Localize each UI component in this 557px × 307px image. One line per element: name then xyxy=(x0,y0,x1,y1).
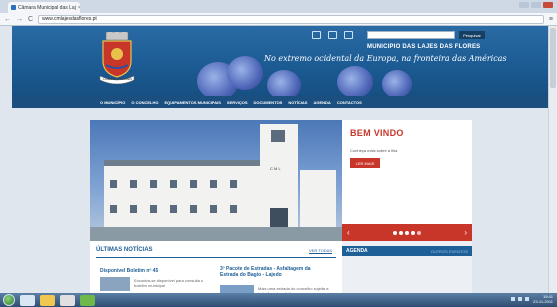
building-window xyxy=(110,205,117,213)
read-more-button[interactable]: LER MAIS xyxy=(350,158,380,168)
sitemap-icon[interactable] xyxy=(328,31,337,39)
reload-button[interactable]: C xyxy=(28,16,33,23)
welcome-subtitle: Conheça mais sobre a ilha xyxy=(350,148,398,153)
page-scrollbar[interactable] xyxy=(548,26,557,293)
building-window xyxy=(130,205,137,213)
news-article-title[interactable]: 3º Pacote de Estradas - Asfaltagem da Es… xyxy=(220,266,316,278)
municipality-name: MUNICIPIO DAS LAJES DAS FLORES xyxy=(367,44,481,50)
slider-prev-icon[interactable]: ‹ xyxy=(347,228,350,237)
home-icon[interactable] xyxy=(312,31,321,39)
menu-item-agenda[interactable]: AGENDA xyxy=(313,100,330,105)
start-button[interactable] xyxy=(3,294,15,306)
building-sign: C M L xyxy=(270,166,281,171)
building-window xyxy=(230,205,237,213)
system-tray-icons xyxy=(511,297,529,301)
minimize-button[interactable] xyxy=(519,2,529,8)
slider-dot-active[interactable] xyxy=(417,230,421,235)
close-window-button[interactable] xyxy=(543,2,553,8)
news-article-thumbnail[interactable] xyxy=(100,277,130,291)
header-slogan: No extremo ocidental da Europa, na front… xyxy=(264,54,507,63)
browser-tab[interactable]: Câmara Municipal das Laj × xyxy=(8,2,80,13)
menu-item-servicos[interactable]: SERVIÇOS xyxy=(227,100,248,105)
other-events-link[interactable]: OUTROS EVENTOS xyxy=(431,249,468,254)
building-roof xyxy=(104,160,264,166)
building-window xyxy=(170,180,177,188)
search-input[interactable] xyxy=(367,31,455,39)
menu-item-concelho[interactable]: O CONCELHO xyxy=(131,100,158,105)
agenda-header: AGENDA OUTROS EVENTOS xyxy=(342,246,472,256)
favicon-icon xyxy=(11,5,16,10)
hydrangea-image xyxy=(382,70,412,96)
building-window xyxy=(170,205,177,213)
taskbar-media-icon[interactable] xyxy=(60,294,75,306)
menu-item-noticias[interactable]: NOTÍCIAS xyxy=(288,100,307,105)
taskbar-excel-icon[interactable] xyxy=(80,294,95,306)
mail-icon[interactable] xyxy=(344,31,353,39)
menu-item-municipio[interactable]: O MUNICÍPIO xyxy=(100,100,125,105)
building-door xyxy=(270,208,288,227)
main-content: C M L BEM VINDO Conheça mais sobre a ilh… xyxy=(90,120,472,306)
building-window xyxy=(150,205,157,213)
hydrangea-image xyxy=(267,70,301,96)
welcome-title: BEM VINDO xyxy=(350,128,404,138)
building-annex xyxy=(300,170,336,227)
welcome-panel: BEM VINDO Conheça mais sobre a ilha LER … xyxy=(342,120,472,241)
main-menu: O MUNICÍPIO O CONCELHO EQUIPAMENTOS MUNI… xyxy=(12,96,550,108)
maximize-button[interactable] xyxy=(531,2,541,8)
building-window xyxy=(130,180,137,188)
windows-taskbar: 15:41 23-11-2011 xyxy=(0,293,557,307)
scrollbar-thumb[interactable] xyxy=(550,28,556,88)
tab-title: Câmara Municipal das Laj xyxy=(18,4,76,11)
news-title: ÚLTIMAS NOTÍCIAS xyxy=(96,247,153,253)
see-all-news-link[interactable]: VER TODAS xyxy=(309,248,332,253)
hydrangea-image xyxy=(337,66,373,96)
address-bar-row: ← → C www.cmlajesdasflores.pt ≡ xyxy=(0,13,557,26)
tower-window xyxy=(271,130,285,142)
back-button[interactable]: ← xyxy=(4,16,11,23)
building-window xyxy=(190,180,197,188)
tab-close-icon[interactable]: × xyxy=(78,5,80,11)
slider-dot[interactable] xyxy=(399,230,403,235)
agenda-title: AGENDA xyxy=(346,248,368,254)
building-window xyxy=(190,205,197,213)
menu-item-documentos[interactable]: DOCUMENTOS xyxy=(254,100,283,105)
menu-item-contactos[interactable]: CONTACTOS xyxy=(337,100,362,105)
building-window xyxy=(210,180,217,188)
building-wing xyxy=(104,165,264,227)
taskbar-folder-icon[interactable] xyxy=(40,294,55,306)
slider-dot[interactable] xyxy=(405,230,409,235)
tray-flag-icon[interactable] xyxy=(511,297,515,301)
search-button[interactable]: Pesquisar xyxy=(459,31,485,39)
building-window xyxy=(110,180,117,188)
window-controls xyxy=(519,2,553,8)
menu-item-equipamentos[interactable]: EQUIPAMENTOS MUNICIPAIS xyxy=(164,100,220,105)
url-input[interactable]: www.cmlajesdasflores.pt xyxy=(38,14,544,24)
hydrangea-image xyxy=(227,56,263,90)
slider-dot[interactable] xyxy=(411,230,415,235)
wrench-icon[interactable]: ≡ xyxy=(549,16,553,23)
system-clock[interactable]: 15:41 23-11-2011 xyxy=(533,294,553,304)
site-header: LAJES DAS FLORES Pesquisar MUNICIPIO DAS… xyxy=(12,26,550,96)
slider-dots xyxy=(393,230,421,235)
news-article-summary: Encontra-se disponível para consulta o b… xyxy=(134,278,204,288)
town-hall-photo[interactable]: C M L xyxy=(90,120,342,241)
tray-network-icon[interactable] xyxy=(518,297,522,301)
header-tool-icons xyxy=(312,31,353,39)
building-window xyxy=(210,205,217,213)
building-window xyxy=(150,180,157,188)
browser-chrome: Câmara Municipal das Laj × ← → C www.cml… xyxy=(0,0,557,26)
news-article-title[interactable]: Disponível Boletim nº 45 xyxy=(100,268,158,274)
taskbar-ie-icon[interactable] xyxy=(20,294,35,306)
crest-banner-text: LAJES DAS FLORES xyxy=(103,77,133,81)
forward-button[interactable]: → xyxy=(16,16,23,23)
slider-dot[interactable] xyxy=(393,230,397,235)
street-ground xyxy=(90,227,342,241)
tray-volume-icon[interactable] xyxy=(525,297,529,301)
news-divider xyxy=(96,257,336,258)
slider-next-icon[interactable]: › xyxy=(464,228,467,237)
clock-date: 23-11-2011 xyxy=(533,299,553,304)
slider-controls: ‹ › xyxy=(342,224,472,241)
building-window xyxy=(230,180,237,188)
url-text: www.cmlajesdasflores.pt xyxy=(42,16,97,22)
